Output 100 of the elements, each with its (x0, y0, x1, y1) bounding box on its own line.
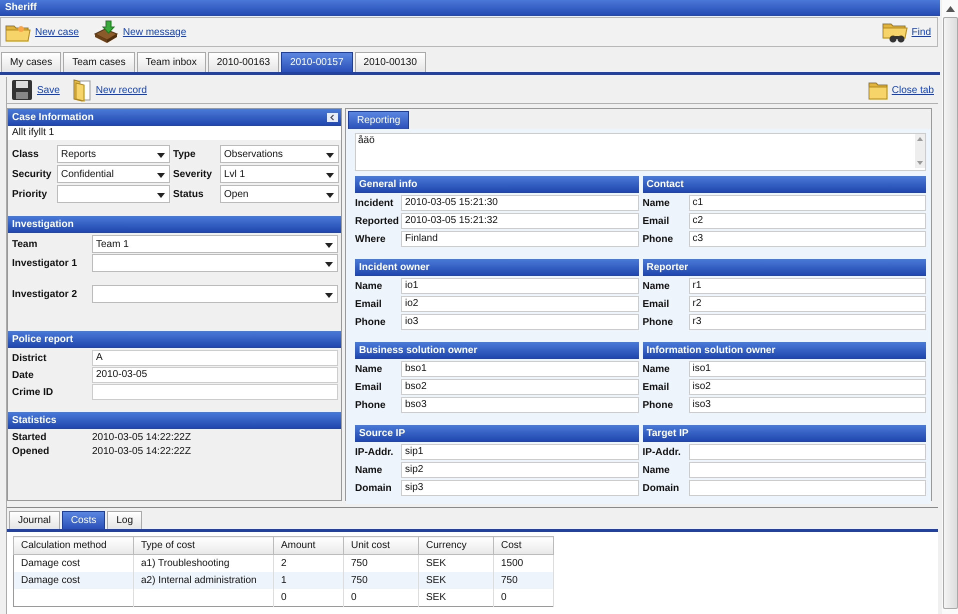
case-tab[interactable]: Team cases (63, 52, 135, 72)
case-tab[interactable]: Team inbox (136, 52, 206, 72)
section-title: Business solution owner (359, 344, 478, 358)
folder-icon[interactable] (868, 80, 888, 100)
table-cell: a2) Internal administration (134, 572, 274, 589)
input-field[interactable] (92, 384, 338, 400)
find-link[interactable]: Find (912, 26, 931, 38)
caret-icon (326, 173, 334, 178)
input-field[interactable]: iso3 (688, 397, 926, 413)
dropdown[interactable]: Lvl 1 (220, 165, 339, 183)
close-tab-link[interactable]: Close tab (892, 84, 934, 96)
input-field[interactable]: bso1 (401, 361, 638, 377)
table-cell: SEK (418, 589, 494, 606)
field-label: Name (355, 362, 384, 376)
scrollbar[interactable] (915, 134, 925, 168)
dropdown[interactable]: Confidential (57, 165, 170, 183)
input-field[interactable]: io2 (401, 296, 638, 312)
input-field[interactable]: io3 (401, 314, 638, 330)
bottom-tab[interactable]: Journal (9, 511, 60, 529)
field-label: Name (642, 280, 671, 292)
dropdown[interactable] (92, 285, 338, 303)
table-cell: 0 (274, 589, 344, 606)
field-label: Class (12, 148, 40, 160)
section-title: Source IP (359, 427, 406, 441)
field-label: Name (355, 280, 384, 292)
section-title: Target IP (646, 427, 689, 441)
caret-icon (326, 193, 334, 198)
new-case-link[interactable]: New case (35, 26, 79, 38)
input-field[interactable] (688, 480, 926, 496)
input-field[interactable]: 2010-03-05 (92, 367, 338, 383)
field-label: Type (173, 148, 197, 160)
document-folder-icon[interactable] (72, 78, 92, 102)
field-label: District (12, 352, 48, 364)
input-field[interactable]: bso2 (401, 379, 638, 395)
table-cell: SEK (418, 572, 494, 589)
case-tab[interactable]: 2010-00157 (281, 52, 353, 72)
dropdown[interactable]: Open (220, 185, 339, 203)
description-field[interactable]: åäö (355, 133, 926, 171)
input-field[interactable]: r1 (688, 278, 926, 294)
input-field[interactable]: sip2 (401, 462, 638, 478)
field-label: IP-Addr. (642, 446, 682, 458)
input-field[interactable]: sip3 (401, 480, 638, 496)
collapse-icon[interactable] (327, 113, 338, 122)
bottom-tab[interactable]: Log (107, 511, 142, 529)
dropdown[interactable]: Observations (220, 145, 339, 163)
caret-icon (325, 243, 333, 248)
input-field[interactable] (688, 462, 926, 478)
dropdown[interactable]: Team 1 (92, 235, 338, 253)
input-field[interactable]: io1 (401, 278, 638, 294)
input-field[interactable]: c3 (688, 231, 926, 247)
dropdown[interactable]: Reports (57, 145, 170, 163)
case-tab[interactable]: My cases (1, 52, 62, 72)
input-field[interactable]: Finland (401, 231, 638, 247)
inbox-arrow-icon[interactable] (92, 20, 119, 44)
new-record-link[interactable]: New record (96, 84, 147, 96)
input-field[interactable]: sip1 (401, 444, 638, 460)
section-title: General info (359, 178, 418, 192)
case-tab[interactable]: 2010-00130 (354, 52, 426, 72)
save-link[interactable]: Save (37, 84, 60, 96)
input-field[interactable]: r3 (688, 314, 926, 330)
field-label: Phone (355, 316, 387, 328)
new-message-link[interactable]: New message (122, 26, 186, 38)
column-header[interactable]: Currency (418, 536, 494, 554)
field-label: Email (355, 298, 383, 310)
field-label: Priority (12, 188, 48, 200)
input-field[interactable]: r2 (688, 296, 926, 312)
field-label: Severity (173, 168, 213, 180)
input-field[interactable]: c2 (688, 213, 926, 229)
input-field[interactable]: iso1 (688, 361, 926, 377)
column-header[interactable]: Cost (494, 536, 554, 554)
caret-icon (157, 193, 165, 198)
input-field[interactable]: bso3 (401, 397, 638, 413)
case-tab[interactable]: 2010-00163 (208, 52, 280, 72)
bottom-tab[interactable]: Costs (62, 511, 106, 529)
caret-icon (157, 153, 165, 158)
column-header[interactable]: Calculation method (14, 536, 134, 554)
field-label: Email (642, 214, 670, 228)
field-label: Domain (355, 482, 393, 494)
input-field[interactable]: 2010-03-05 15:21:30 (401, 195, 638, 211)
dropdown[interactable] (57, 185, 170, 203)
input-field[interactable] (688, 444, 926, 460)
field-label: Email (642, 380, 670, 394)
field-label: Name (355, 464, 384, 476)
input-field[interactable]: 2010-03-05 15:21:32 (401, 213, 638, 229)
column-header[interactable]: Type of cost (134, 536, 274, 554)
table-cell: 0 (344, 589, 418, 606)
dropdown[interactable] (92, 254, 338, 272)
scroll-up-icon[interactable] (946, 6, 954, 12)
field-label: Investigator 1 (12, 256, 78, 270)
input-field[interactable]: c1 (688, 195, 926, 211)
caret-icon (325, 262, 333, 267)
input-field[interactable]: iso2 (688, 379, 926, 395)
field-label: Reported (355, 214, 400, 228)
column-header[interactable]: Amount (274, 536, 344, 554)
section-title: Information solution owner (646, 344, 776, 358)
table-cell: Damage cost (14, 572, 134, 589)
field-value: 2010-03-05 14:22:22Z (92, 445, 192, 458)
reporting-tab[interactable]: Reporting (348, 111, 410, 129)
input-field[interactable]: A (92, 350, 338, 366)
column-header[interactable]: Unit cost (344, 536, 418, 554)
